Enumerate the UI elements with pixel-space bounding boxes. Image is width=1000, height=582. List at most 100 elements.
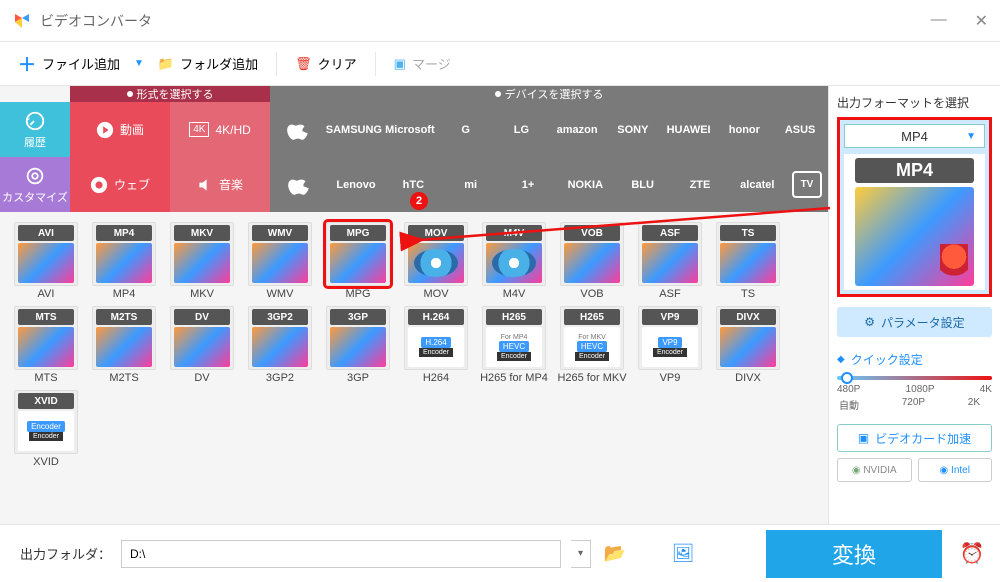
format-dv[interactable]: DVDV	[166, 306, 238, 384]
format-label: WMV	[267, 288, 294, 300]
convert-button[interactable]: 変換	[766, 530, 942, 578]
brand-asus[interactable]: ASUS	[772, 102, 828, 157]
tab-select-format[interactable]: 形式を選択する	[70, 86, 270, 102]
brand-apple[interactable]	[270, 102, 326, 157]
format-3gp[interactable]: 3GP3GP	[322, 306, 394, 384]
snapshot-folder-button[interactable]: 🖼	[669, 540, 697, 568]
parameter-settings-button[interactable]: ⚙ パラメータ設定	[837, 307, 992, 337]
format-label: VP9	[660, 372, 681, 384]
format-grid: AVIAVIMP4MP4MKVMKVWMVWMVMPGMPGMOVMOVM4VM…	[0, 212, 828, 468]
output-folder-input[interactable]	[121, 540, 561, 568]
format-h264[interactable]: H.264H.264EncoderH264	[400, 306, 472, 384]
app-logo-icon	[12, 11, 32, 31]
open-folder-button[interactable]: 📂	[601, 540, 629, 568]
format-h265-for-mp4[interactable]: H265For MP4HEVCEncoderH265 for MP4	[478, 306, 550, 384]
annotation-badge: 2	[410, 192, 428, 210]
format-avi[interactable]: AVIAVI	[10, 222, 82, 300]
gpu-intel[interactable]: ◉ Intel	[918, 458, 993, 482]
brand-microsoft[interactable]: Microsoft	[382, 102, 438, 157]
quick-settings-title: クイック設定	[837, 351, 992, 368]
format-m4v[interactable]: M4VM4V	[478, 222, 550, 300]
close-button[interactable]: ✕	[975, 11, 988, 31]
type-music[interactable]: 音楽	[170, 157, 270, 212]
brand-nokia[interactable]: NOKIA	[557, 157, 614, 212]
format-mov[interactable]: MOVMOV	[400, 222, 472, 300]
brand-tv[interactable]: TV	[792, 171, 822, 198]
output-folder-label: 出力フォルダ：	[20, 544, 111, 563]
brand-sony[interactable]: SONY	[605, 102, 661, 157]
resolution-labels-1: 480P1080P4K	[837, 384, 992, 395]
brand-1+[interactable]: 1+	[499, 157, 556, 212]
output-format-select[interactable]: MP4	[844, 124, 985, 148]
folder-plus-icon: 📁	[158, 56, 174, 72]
merge-button[interactable]: ▣ マージ	[384, 48, 461, 79]
brand-samsung[interactable]: SAMSUNG	[326, 102, 382, 157]
fourk-icon: 4K	[189, 122, 209, 137]
gpu-accel-button[interactable]: ▣ ビデオカード加速	[837, 424, 992, 452]
brand-lg[interactable]: LG	[493, 102, 549, 157]
format-m2ts[interactable]: M2TSM2TS	[88, 306, 160, 384]
format-label: AVI	[38, 288, 55, 300]
format-ts[interactable]: TSTS	[712, 222, 784, 300]
format-label: H265 for MP4	[480, 372, 548, 384]
brand-row-2: LenovohTCmi1+NOKIABLUZTEalcatelTV	[270, 157, 828, 212]
format-label: DV	[194, 372, 209, 384]
brand-huawei[interactable]: HUAWEI	[661, 102, 717, 157]
format-h265-for-mkv[interactable]: H265For MKVHEVCEncoderH265 for MKV	[556, 306, 628, 384]
brand-row-1: SAMSUNGMicrosoftGLGamazonSONYHUAWEIhonor…	[270, 102, 828, 157]
gpu-nvidia[interactable]: ◉ NVIDIA	[837, 458, 912, 482]
format-label: MKV	[190, 288, 214, 300]
side-title: 出力フォーマットを選択	[837, 94, 992, 111]
clear-button[interactable]: 🗑 クリア	[285, 48, 367, 79]
add-file-button[interactable]: ＋ ファイル追加	[8, 45, 130, 83]
merge-icon: ▣	[394, 56, 406, 72]
brand-mi[interactable]: mi	[442, 157, 499, 212]
tab-select-device[interactable]: デバイスを選択する	[270, 86, 828, 102]
brand-amazon[interactable]: amazon	[549, 102, 605, 157]
format-divx[interactable]: DIVXDIVX	[712, 306, 784, 384]
format-label: MTS	[34, 372, 57, 384]
format-label: M2TS	[109, 372, 138, 384]
format-mkv[interactable]: MKVMKV	[166, 222, 238, 300]
format-vob[interactable]: VOBVOB	[556, 222, 628, 300]
brand-g[interactable]: G	[438, 102, 494, 157]
clear-label: クリア	[318, 54, 357, 73]
format-mts[interactable]: MTSMTS	[10, 306, 82, 384]
brand-blu[interactable]: BLU	[614, 157, 671, 212]
type-4k[interactable]: 4K 4K/HD	[170, 102, 270, 157]
schedule-button[interactable]: ⏰	[952, 541, 992, 566]
minimize-button[interactable]: —	[931, 11, 947, 31]
gear-icon	[24, 165, 46, 187]
resolution-labels-2: 自動720P2K	[837, 397, 992, 412]
chip-icon: ▣	[858, 431, 869, 445]
format-vp9[interactable]: VP9VP9EncoderVP9	[634, 306, 706, 384]
tab-history[interactable]: 履歴	[0, 102, 70, 157]
plus-icon: ＋	[18, 51, 36, 77]
brand-lenovo[interactable]: Lenovo	[327, 157, 384, 212]
add-folder-button[interactable]: 📁 フォルダ追加	[148, 48, 268, 79]
format-label: ASF	[659, 288, 680, 300]
add-folder-label: フォルダ追加	[180, 54, 258, 73]
add-file-label: ファイル追加	[42, 54, 120, 73]
brand-zte[interactable]: ZTE	[671, 157, 728, 212]
resolution-slider[interactable]	[837, 376, 992, 380]
format-xvid[interactable]: XVIDEncoderEncoderXVID	[10, 390, 82, 468]
format-label: MP4	[113, 288, 136, 300]
add-file-dropdown-icon[interactable]: ▼	[134, 58, 144, 69]
output-folder-dropdown[interactable]: ▾	[571, 540, 591, 568]
format-label: MOV	[423, 288, 448, 300]
format-label: XVID	[33, 456, 59, 468]
format-wmv[interactable]: WMVWMV	[244, 222, 316, 300]
tab-customize[interactable]: カスタマイズ	[0, 157, 70, 212]
format-asf[interactable]: ASFASF	[634, 222, 706, 300]
format-3gp2[interactable]: 3GP23GP2	[244, 306, 316, 384]
type-video[interactable]: 動画	[70, 102, 170, 157]
brand-apple[interactable]	[270, 157, 327, 212]
format-mp4[interactable]: MP4MP4	[88, 222, 160, 300]
title-bar: ビデオコンバータ — ✕	[0, 0, 1000, 42]
brand-honor[interactable]: honor	[716, 102, 772, 157]
brand-alcatel[interactable]: alcatel	[729, 157, 786, 212]
format-mpg[interactable]: MPGMPG	[322, 222, 394, 300]
type-web[interactable]: ウェブ	[70, 157, 170, 212]
play-icon	[96, 121, 114, 139]
